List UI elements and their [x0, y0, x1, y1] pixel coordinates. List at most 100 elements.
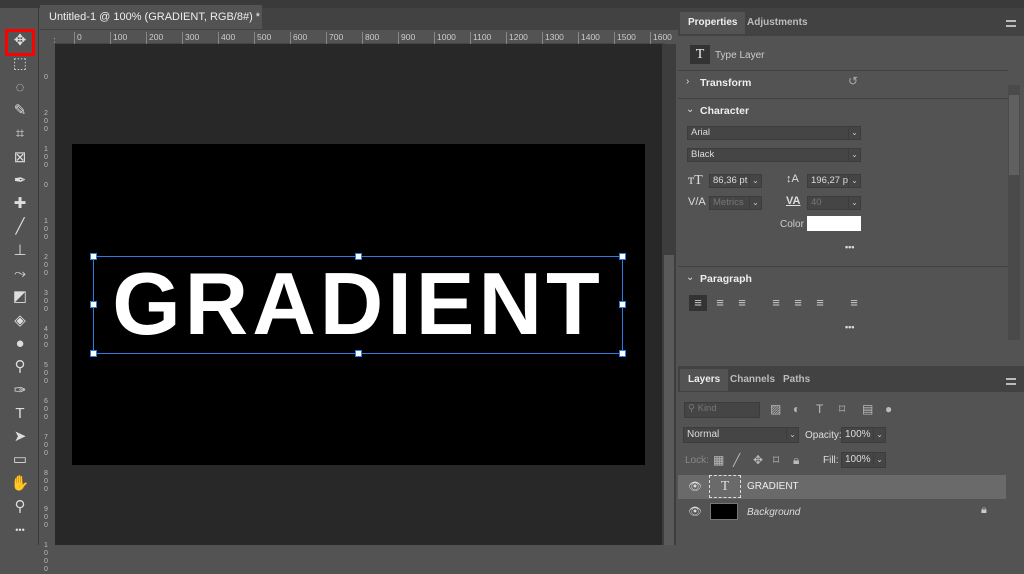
tab-properties[interactable]: Properties: [680, 12, 746, 34]
path-select-tool-icon[interactable]: ➤: [8, 427, 32, 447]
lock-brush-icon[interactable]: ╱: [733, 453, 740, 467]
lock-all-icon[interactable]: 🔒︎: [793, 453, 799, 468]
chevron-down-icon[interactable]: ⌄: [686, 272, 694, 283]
history-brush-tool-icon[interactable]: ⤳: [8, 264, 32, 284]
properties-scrollbar-thumb[interactable]: [1009, 95, 1019, 175]
more-tool-icon[interactable]: •••: [8, 520, 32, 540]
font-family-dropdown[interactable]: Arial ⌄: [687, 126, 861, 140]
handle-bl[interactable]: [90, 350, 97, 357]
type-filter-icon[interactable]: T: [816, 402, 823, 416]
hand-tool-icon[interactable]: ✋: [8, 474, 32, 494]
document-tab[interactable]: Untitled-1 @ 100% (GRADIENT, RGB/8#) * ×: [40, 5, 262, 47]
ruler-tick: 900: [398, 32, 415, 44]
layers-menu-icon[interactable]: [1006, 378, 1016, 385]
align-left-icon[interactable]: ≡: [689, 295, 707, 311]
justify-all-icon[interactable]: ≡: [845, 295, 863, 311]
pen-tool-icon[interactable]: ✑: [8, 381, 32, 401]
tracking-value: 40: [811, 197, 822, 208]
chevron-down-icon[interactable]: ⌄: [686, 104, 694, 115]
scrollbar-thumb[interactable]: [664, 255, 674, 545]
ruler-tick: 1200: [506, 32, 528, 44]
panel-menu-icon[interactable]: [1006, 20, 1016, 27]
align-right-icon[interactable]: ≡: [733, 295, 751, 311]
frame-tool-icon[interactable]: ⊠: [8, 148, 32, 168]
zoom-tool-icon[interactable]: ⚲: [8, 497, 32, 517]
tab-adjustments[interactable]: Adjustments: [739, 12, 816, 34]
layer-type-label: Type Layer: [715, 50, 765, 61]
text-layer-thumbnail: T: [709, 475, 741, 498]
reset-icon[interactable]: ↺: [848, 74, 858, 88]
crop-tool-icon[interactable]: ⌗: [8, 124, 32, 144]
layer-row-background[interactable]: 👁 Background 🔒︎: [678, 500, 1006, 524]
font-style-dropdown[interactable]: Black ⌄: [687, 148, 861, 162]
kerning-field[interactable]: Metrics ⌄: [709, 196, 762, 210]
opacity-field[interactable]: 100% ⌄: [841, 427, 886, 443]
dodge-tool-icon[interactable]: ⚲: [8, 357, 32, 377]
eye-icon[interactable]: 👁: [688, 480, 702, 493]
justify-left-icon[interactable]: ≡: [767, 295, 785, 311]
handle-br[interactable]: [619, 350, 626, 357]
lock-position-icon[interactable]: ✥: [753, 453, 763, 467]
blur-tool-icon[interactable]: ●: [8, 334, 32, 354]
lasso-tool-icon[interactable]: ◌: [8, 78, 32, 98]
rectangle-tool-icon[interactable]: ▭: [8, 450, 32, 470]
image-filter-icon[interactable]: ▨: [770, 402, 781, 416]
handle-tr[interactable]: [619, 253, 626, 260]
eye-icon[interactable]: 👁: [688, 505, 702, 518]
tab-layers[interactable]: Layers: [680, 369, 729, 391]
eraser-tool-icon[interactable]: ◩: [8, 287, 32, 307]
layer-filter-kind[interactable]: ⚲ Kind: [684, 402, 760, 418]
character-header[interactable]: Character: [700, 105, 749, 117]
layer-name[interactable]: Background: [747, 507, 800, 518]
tab-paths[interactable]: Paths: [775, 369, 818, 391]
leading-field[interactable]: 196,27 p ⌄: [807, 174, 861, 188]
ruler-tick: 500: [254, 32, 271, 44]
kerning-value: Metrics: [713, 197, 744, 208]
brush-tool-icon[interactable]: ╱: [8, 217, 32, 237]
transform-bounding-box[interactable]: [90, 253, 626, 357]
blend-mode-dropdown[interactable]: Normal ⌄: [683, 427, 799, 443]
horizontal-ruler: 0 100 200 300 400 500 600 700 800 900 1000 1100 1200…: [55, 30, 672, 44]
smart-object-filter-icon[interactable]: ▤: [862, 402, 873, 416]
chevron-right-icon[interactable]: ›: [686, 76, 689, 87]
ruler-tick: 1600: [650, 32, 672, 44]
type-layer-icon: T: [690, 45, 710, 64]
justify-center-icon[interactable]: ≡: [789, 295, 807, 311]
layer-name[interactable]: GRADIENT: [747, 481, 799, 492]
ruler-tick: 200: [44, 110, 48, 133]
fill-field[interactable]: 100% ⌄: [841, 452, 886, 468]
type-tool-icon[interactable]: T: [8, 404, 32, 424]
tracking-field[interactable]: 40 ⌄: [807, 196, 861, 210]
paragraph-header[interactable]: Paragraph: [700, 273, 752, 285]
handle-t[interactable]: [355, 253, 362, 260]
adjustment-filter-icon[interactable]: ◐: [793, 402, 800, 416]
filter-toggle-icon[interactable]: ●: [885, 402, 892, 416]
quick-select-tool-icon[interactable]: ✎: [8, 101, 32, 121]
lock-artboard-icon[interactable]: ⌑: [773, 453, 779, 467]
handle-b[interactable]: [355, 350, 362, 357]
font-size-field[interactable]: 86,36 pt ⌄: [709, 174, 762, 188]
lock-pixels-icon[interactable]: ▦: [713, 453, 724, 467]
tab-channels[interactable]: Channels: [722, 369, 783, 391]
text-color-swatch[interactable]: [807, 216, 861, 231]
align-center-icon[interactable]: ≡: [711, 295, 729, 311]
more-options-icon[interactable]: •••: [845, 322, 854, 332]
shape-filter-icon[interactable]: ⌑: [839, 402, 845, 416]
healing-tool-icon[interactable]: ✚: [8, 194, 32, 214]
layer-row-gradient[interactable]: 👁 T GRADIENT: [678, 475, 1006, 499]
move-tool-icon[interactable]: ✥: [8, 31, 32, 51]
paint-bucket-tool-icon[interactable]: ◈: [8, 311, 32, 331]
more-options-icon[interactable]: •••: [845, 242, 854, 252]
stamp-tool-icon[interactable]: ⊥: [8, 241, 32, 261]
ruler-tick: 200: [44, 254, 48, 277]
handle-tl[interactable]: [90, 253, 97, 260]
handle-l[interactable]: [90, 301, 97, 308]
handle-r[interactable]: [619, 301, 626, 308]
color-label: Color: [780, 219, 804, 230]
ruler-tick: 1100: [470, 32, 491, 44]
opacity-value: 100%: [845, 429, 871, 440]
eyedropper-tool-icon[interactable]: ✒: [8, 171, 32, 191]
marquee-tool-icon[interactable]: ⬚: [8, 54, 32, 74]
transform-header[interactable]: Transform: [700, 77, 751, 89]
justify-right-icon[interactable]: ≡: [811, 295, 829, 311]
